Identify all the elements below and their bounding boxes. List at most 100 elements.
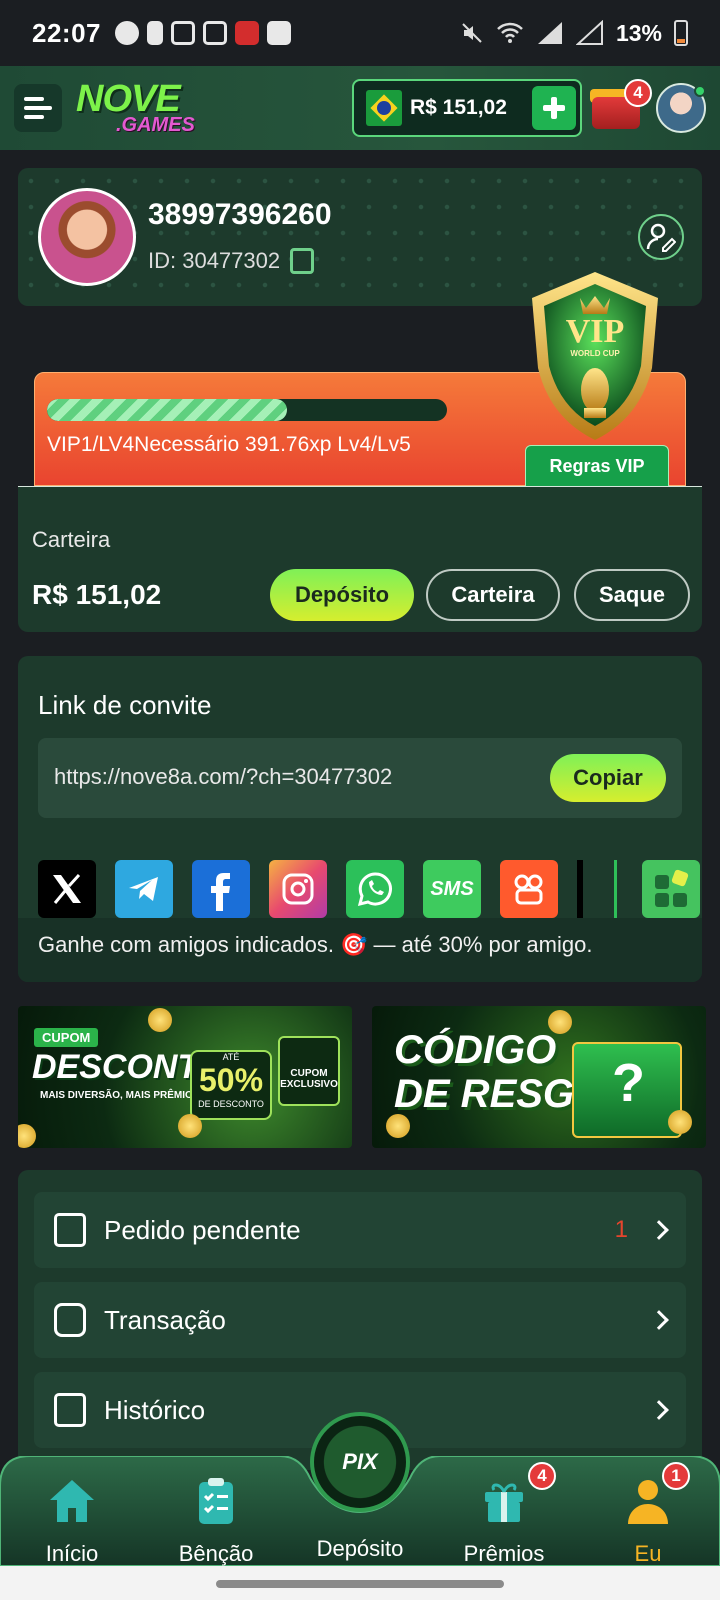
instagram-icon bbox=[282, 873, 314, 905]
edit-profile-button[interactable] bbox=[638, 214, 684, 260]
battery-percent: 13% bbox=[615, 19, 662, 46]
nav-label: Início bbox=[45, 1541, 99, 1566]
coin-icon bbox=[18, 1124, 36, 1148]
mute-icon bbox=[462, 23, 482, 43]
coin-icon bbox=[148, 1008, 172, 1032]
bottom-navigation: Início Bênção PIX Depósito Prêmios 4 Eu … bbox=[0, 1412, 720, 1567]
chat-bubble-icon bbox=[115, 21, 139, 45]
header-balance[interactable]: R$ 151,02 bbox=[352, 79, 582, 137]
invite-url[interactable]: https://nove8a.com/?ch=30477302 bbox=[54, 764, 392, 790]
redeem-code-banner[interactable]: CÓDIGO DE RESGATE ? bbox=[372, 1006, 706, 1148]
wallet-icon bbox=[54, 1303, 86, 1337]
wallet-button[interactable]: Carteira bbox=[426, 569, 560, 621]
wallet-card: Carteira R$ 151,02 Depósito Carteira Saq… bbox=[18, 486, 702, 632]
discount-percent-box: ATÉ 50% DE DESCONTO bbox=[190, 1050, 272, 1120]
coin-icon bbox=[668, 1110, 692, 1134]
status-bar: 22:07 13% bbox=[0, 0, 720, 66]
banner-tag: CUPOM bbox=[34, 1028, 99, 1047]
nav-label: Bênção bbox=[178, 1541, 254, 1566]
telegram-icon bbox=[129, 877, 158, 901]
vip-world-cup-badge: VIP WORLD CUP bbox=[532, 272, 658, 440]
menu-item-transactions[interactable]: Transação bbox=[34, 1282, 686, 1358]
coupon-ticket: CUPOM EXCLUSIVO bbox=[278, 1036, 340, 1106]
kwai-icon bbox=[514, 874, 543, 905]
nav-me[interactable]: Eu 1 bbox=[588, 1462, 708, 1567]
profile-avatar[interactable] bbox=[38, 188, 136, 286]
logo-text-sub: .GAMES bbox=[116, 114, 195, 137]
brazil-flag-icon bbox=[366, 90, 402, 126]
menu-item-pending-orders[interactable]: Pedido pendente 1 bbox=[34, 1192, 686, 1268]
nav-deposit[interactable]: Depósito bbox=[300, 1476, 420, 1562]
signal-icon bbox=[537, 22, 562, 44]
online-indicator bbox=[694, 85, 706, 97]
profile-username: 38997396260 bbox=[148, 198, 332, 231]
deposit-button[interactable]: Depósito bbox=[270, 569, 414, 621]
share-facebook-button[interactable] bbox=[192, 860, 250, 918]
invite-card: Link de convite https://nove8a.com/?ch=3… bbox=[18, 656, 702, 982]
discount-coupon-banner[interactable]: CUPOM DESCONTO MAIS DIVERSÃO, MAIS PRÊMI… bbox=[18, 1006, 352, 1148]
vip-rules-button[interactable]: Regras VIP bbox=[525, 445, 669, 487]
pix-label: PIX bbox=[342, 1449, 378, 1474]
share-x-button[interactable] bbox=[38, 860, 96, 918]
share-scroll-divider bbox=[577, 860, 583, 918]
vip-progress-bar bbox=[47, 399, 447, 421]
share-telegram-button[interactable] bbox=[115, 860, 173, 918]
share-whatsapp-button[interactable] bbox=[346, 860, 404, 918]
gift-chest-button[interactable]: 4 bbox=[588, 79, 652, 137]
withdraw-button[interactable]: Saque bbox=[574, 569, 690, 621]
logo-text-main: NOVE bbox=[76, 77, 181, 120]
nav-label: Eu bbox=[634, 1541, 662, 1566]
plus-icon bbox=[543, 97, 565, 119]
add-funds-button[interactable] bbox=[532, 86, 576, 130]
brand-logo[interactable]: NOVE .GAMES bbox=[76, 77, 195, 137]
header-balance-amount: R$ 151,02 bbox=[410, 96, 507, 119]
game-icon bbox=[235, 21, 259, 45]
app-icon bbox=[171, 21, 195, 45]
share-more-button[interactable] bbox=[642, 860, 700, 918]
chevron-right-icon bbox=[649, 1220, 669, 1240]
vip-progress-text: VIP1/LV4Necessário 391.76xp Lv4/Lv5 bbox=[47, 433, 411, 456]
gift-icon bbox=[485, 1483, 523, 1522]
user-edit-icon bbox=[646, 223, 676, 252]
menu-item-label: Pedido pendente bbox=[104, 1214, 301, 1245]
coin-icon bbox=[548, 1010, 572, 1034]
checklist-icon bbox=[199, 1478, 233, 1524]
chevron-right-icon bbox=[649, 1310, 669, 1330]
home-gesture-handle[interactable] bbox=[216, 1580, 504, 1588]
wallet-amount: R$ 151,02 bbox=[32, 579, 162, 610]
nav-blessing[interactable]: Bênção bbox=[156, 1476, 276, 1567]
share-divider bbox=[614, 860, 617, 918]
redeem-banner-line1: CÓDIGO bbox=[394, 1028, 557, 1072]
system-icons: 13% bbox=[460, 20, 688, 47]
share-sms-button[interactable]: SMS bbox=[423, 860, 481, 918]
share-kwai-button[interactable] bbox=[500, 860, 558, 918]
nav-prizes[interactable]: Prêmios 4 bbox=[444, 1462, 564, 1567]
discount-pct-prefix: ATÉ bbox=[222, 1052, 240, 1062]
wifi-icon bbox=[497, 22, 523, 43]
share-row: SMS bbox=[38, 860, 700, 918]
menu-item-label: Transação bbox=[104, 1304, 226, 1335]
clipboard-coins-icon bbox=[54, 1213, 86, 1247]
prizes-badge: 4 bbox=[528, 1462, 556, 1490]
hamburger-menu-button[interactable] bbox=[14, 84, 62, 132]
history-clock-icon bbox=[54, 1393, 86, 1427]
wallet-label: Carteira bbox=[32, 527, 111, 552]
nav-label: Prêmios bbox=[463, 1541, 545, 1566]
facebook-icon bbox=[211, 873, 230, 911]
vip-badge-subtext: WORLD CUP bbox=[570, 349, 620, 358]
battery-icon bbox=[674, 20, 688, 46]
copy-id-icon[interactable] bbox=[290, 248, 315, 274]
nav-home[interactable]: Início bbox=[12, 1476, 132, 1567]
me-badge: 1 bbox=[662, 1462, 690, 1490]
question-mark: ? bbox=[612, 1053, 645, 1113]
profile-id-label: ID: 30477302 bbox=[148, 248, 281, 273]
pending-count: 1 bbox=[614, 1216, 628, 1243]
home-icon bbox=[50, 1480, 94, 1522]
share-instagram-button[interactable] bbox=[269, 860, 327, 918]
header-avatar[interactable] bbox=[656, 83, 706, 133]
invite-title: Link de convite bbox=[38, 690, 212, 720]
copy-link-button[interactable]: Copiar bbox=[550, 754, 666, 802]
x-logo-icon bbox=[53, 873, 81, 904]
discount-pct: 50% bbox=[198, 1062, 264, 1098]
status-time: 22:07 bbox=[32, 17, 101, 48]
